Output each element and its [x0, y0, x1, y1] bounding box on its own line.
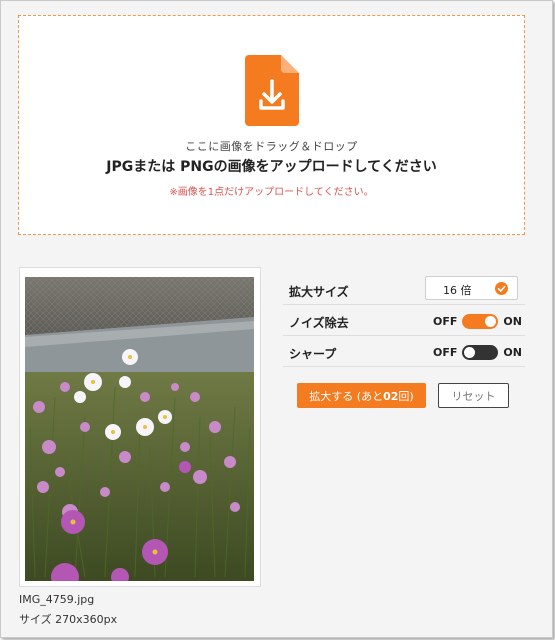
sharp-row: シャープ OFF ON: [283, 336, 525, 367]
noise-toggle[interactable]: [462, 313, 499, 329]
sharp-toggle-group: OFF ON: [433, 344, 522, 360]
scale-label: 拡大サイズ: [289, 285, 349, 299]
uploaded-image-preview: [25, 277, 254, 581]
upscale-button[interactable]: 拡大する (あと02回): [297, 383, 426, 408]
noise-toggle-knob: [485, 315, 497, 327]
image-file-name: IMG_4759.jpg: [19, 593, 95, 606]
upload-dropzone[interactable]: ここに画像をドラッグ＆ドロップ JPGまたは PNGの画像をアップロードしてくだ…: [18, 15, 525, 235]
scale-row: 拡大サイズ 16 倍: [283, 274, 525, 305]
settings-panel: 拡大サイズ 16 倍 ノイズ除去 OFF ON シャープ OFF ON: [283, 274, 525, 367]
sharp-on-text: ON: [503, 345, 522, 359]
file-download-icon: [245, 55, 299, 126]
dropzone-title: JPGまたは PNGの画像をアップロードしてください: [106, 159, 437, 175]
sharp-toggle[interactable]: [462, 344, 499, 360]
upscale-prefix: 拡大する (あと: [309, 389, 384, 403]
sharp-off-text: OFF: [433, 345, 458, 359]
noise-row: ノイズ除去 OFF ON: [283, 305, 525, 336]
scale-value: 16 倍: [443, 284, 472, 297]
image-size: サイズ 270x360px: [19, 613, 118, 626]
image-preview-card: [19, 267, 261, 587]
noise-on-text: ON: [503, 314, 522, 328]
noise-label: ノイズ除去: [289, 316, 349, 330]
check-circle-icon: [495, 282, 508, 295]
noise-toggle-group: OFF ON: [433, 313, 522, 329]
app-window: ここに画像をドラッグ＆ドロップ JPGまたは PNGの画像をアップロードしてくだ…: [0, 0, 553, 638]
sharp-label: シャープ: [289, 347, 337, 361]
upscale-suffix: 回): [398, 389, 414, 403]
scale-select[interactable]: 16 倍: [425, 276, 518, 300]
dropzone-instruction: ここに画像をドラッグ＆ドロップ: [185, 140, 358, 153]
reset-button[interactable]: リセット: [438, 383, 509, 408]
upscale-count: 02: [383, 389, 399, 403]
sharp-toggle-knob: [464, 346, 476, 358]
dropzone-note: ※画像を1点だけアップロードしてください。: [169, 187, 374, 198]
noise-off-text: OFF: [433, 314, 458, 328]
